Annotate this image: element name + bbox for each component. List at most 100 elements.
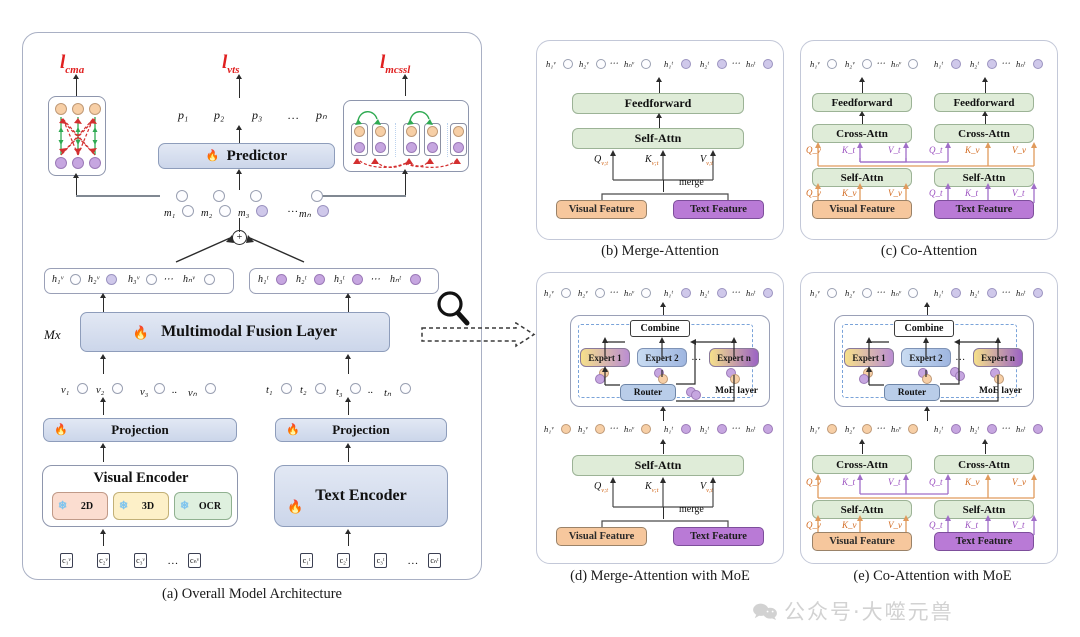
proj-t-in-arrow [345, 443, 351, 448]
pd-mid-hv-n: hₙᵛ [624, 424, 635, 434]
proj-v-out-line [103, 400, 105, 415]
pc-hv-dot-2 [862, 59, 872, 69]
caption-panel-e: (e) Co-Attention with MoE [853, 568, 1012, 584]
visual-encoder-block: Visual Encoder ❄ 2D ❄ 3D ❄ OCR [42, 465, 238, 527]
pc-text-feature-block: Text Feature [934, 200, 1034, 219]
hv-dot-1 [70, 274, 81, 285]
ht-dot-n [410, 274, 421, 285]
m-dot-3b [256, 205, 268, 217]
v-dot-3 [154, 383, 165, 394]
fusion-in-left-line [103, 358, 105, 374]
t-label-3: t₃ [336, 387, 343, 398]
snowflake-icon: ❄ [119, 500, 129, 512]
text-encoder-block: 🔥 Text Encoder [274, 465, 448, 527]
ct-token-3: c₃ᵗ [374, 553, 387, 568]
pe-cross-out-left-arrow [859, 439, 865, 444]
flame-icon: 🔥 [286, 423, 300, 436]
ct-token-1: c₁ᵗ [300, 553, 313, 568]
caption-panel-b: (b) Merge-Attention [601, 243, 719, 259]
mcssl-input-arrow [402, 169, 408, 174]
v-label-2: v₂ [96, 385, 105, 396]
wechat-icon [753, 603, 777, 620]
ht-dot-3 [352, 274, 363, 285]
pd-mid-hv-dot-1 [561, 424, 571, 434]
pe-text-feature-block: Text Feature [934, 532, 1034, 551]
pc-ht-ellipsis: ⋯ [1001, 58, 1010, 68]
p-token-3: p₃ [252, 108, 263, 122]
cv-token-3: c₃ᵛ [134, 553, 147, 568]
t-label-ellipsis: .. [368, 385, 374, 396]
hv-dot-2 [106, 274, 117, 285]
hv-dot-3 [146, 274, 157, 285]
snowflake-icon: ❄ [58, 500, 68, 512]
pe-mid-hv-1: h₁ᵛ [810, 424, 820, 434]
pe-mid-hv-n: hₙᵛ [891, 424, 902, 434]
loss-label-cma: lcma [60, 52, 85, 76]
pd-visual-feature-block: Visual Feature [556, 527, 647, 546]
pc-hv-dot-1 [827, 59, 837, 69]
multimodal-fusion-layer-block: 🔥 Multimodal Fusion Layer [80, 312, 390, 352]
t-dot-3 [350, 383, 361, 394]
arrow-line-mcssl [405, 78, 407, 96]
pd-hv-ellipsis: ⋯ [609, 287, 618, 297]
watermark-text: 公众号·大噬元兽 [784, 600, 954, 624]
cv-token-n: cₙᵛ [188, 553, 201, 568]
pb-ht-label-1: h₁ᵗ [664, 59, 673, 69]
pb-hv-label-n: hₙᵛ [624, 59, 635, 69]
visual-encoder-label: Visual Encoder [93, 470, 189, 486]
p-token-ellipsis: … [288, 108, 299, 122]
cma-contrastive-box [48, 96, 106, 176]
cma-input-line [76, 176, 78, 196]
v-dot-1 [77, 383, 88, 394]
pb-feedforward-block: Feedforward [572, 93, 744, 114]
proj-v-in-line [103, 446, 105, 462]
pb-hv-label-2: h₂ᵛ [579, 59, 589, 69]
pe-hv-label-1: h₁ᵛ [810, 288, 820, 298]
proj-t-out-line [348, 400, 350, 415]
p-token-n: pₙ [316, 108, 327, 122]
arrow-head-cma [73, 74, 79, 79]
t-dot-n [400, 383, 411, 394]
pe-mid-ht-dot-2 [987, 424, 997, 434]
arrow-head-vts [236, 74, 242, 79]
pb-ht-ellipsis: ⋯ [731, 58, 740, 68]
pb-qkv-lines [610, 150, 716, 181]
fusion-out-left-arrow [100, 293, 106, 298]
visual-projection-label: Projection [111, 422, 169, 437]
fusion-in-right-arrow [345, 354, 351, 359]
p-token-1: p₁ [178, 108, 189, 122]
pc-out-left-arrow [859, 77, 865, 82]
pe-moe-in-arrow [924, 406, 930, 411]
pc-ht-label-n: hₙᵗ [1016, 59, 1026, 69]
pe-ht-ellipsis: ⋯ [1001, 287, 1010, 297]
pb-hv-ellipsis: ⋯ [609, 58, 618, 68]
pd-hv-dot-n [641, 288, 651, 298]
pd-hv-label-n: hₙᵛ [624, 288, 635, 298]
pc-hv-label-2: h₂ᵛ [845, 59, 855, 69]
loss-label-mcssl: lmcssl [380, 52, 411, 76]
pb-ff-in-arrow [656, 113, 662, 118]
arrow-line-cma [76, 78, 78, 96]
pe-ht-dot-1 [951, 288, 961, 298]
proj-t-out-arrow [345, 397, 351, 402]
pe-ht-label-2: h₂ᵗ [970, 288, 979, 298]
enc-t-in-line [348, 532, 350, 546]
pe-visual-feature-block: Visual Feature [812, 532, 912, 551]
mcssl-input-line [405, 172, 407, 196]
caption-panel-d: (d) Merge-Attention with MoE [570, 568, 750, 584]
fusion-layer-label: Multimodal Fusion Layer [161, 323, 338, 340]
ht-label-1: h₁ᵗ [258, 274, 269, 285]
predictor-block: 🔥 Predictor [158, 143, 335, 169]
fusion-out-right-arrow [345, 293, 351, 298]
pe-mid-ht-1: h₁ᵗ [934, 424, 943, 434]
proj-v-out-arrow [100, 397, 106, 402]
pd-out-arrow [660, 302, 666, 307]
m-label-2: m₂ [201, 208, 213, 219]
pc-hv-label-1: h₁ᵛ [810, 59, 820, 69]
pe-mid-hv-dot-2 [862, 424, 872, 434]
flame-icon: 🔥 [132, 324, 150, 340]
pd-ht-ellipsis: ⋯ [731, 287, 740, 297]
p-token-2: p₂ [214, 108, 225, 122]
pb-ht-dot-1 [681, 59, 691, 69]
pd-ht-dot-n [763, 288, 773, 298]
